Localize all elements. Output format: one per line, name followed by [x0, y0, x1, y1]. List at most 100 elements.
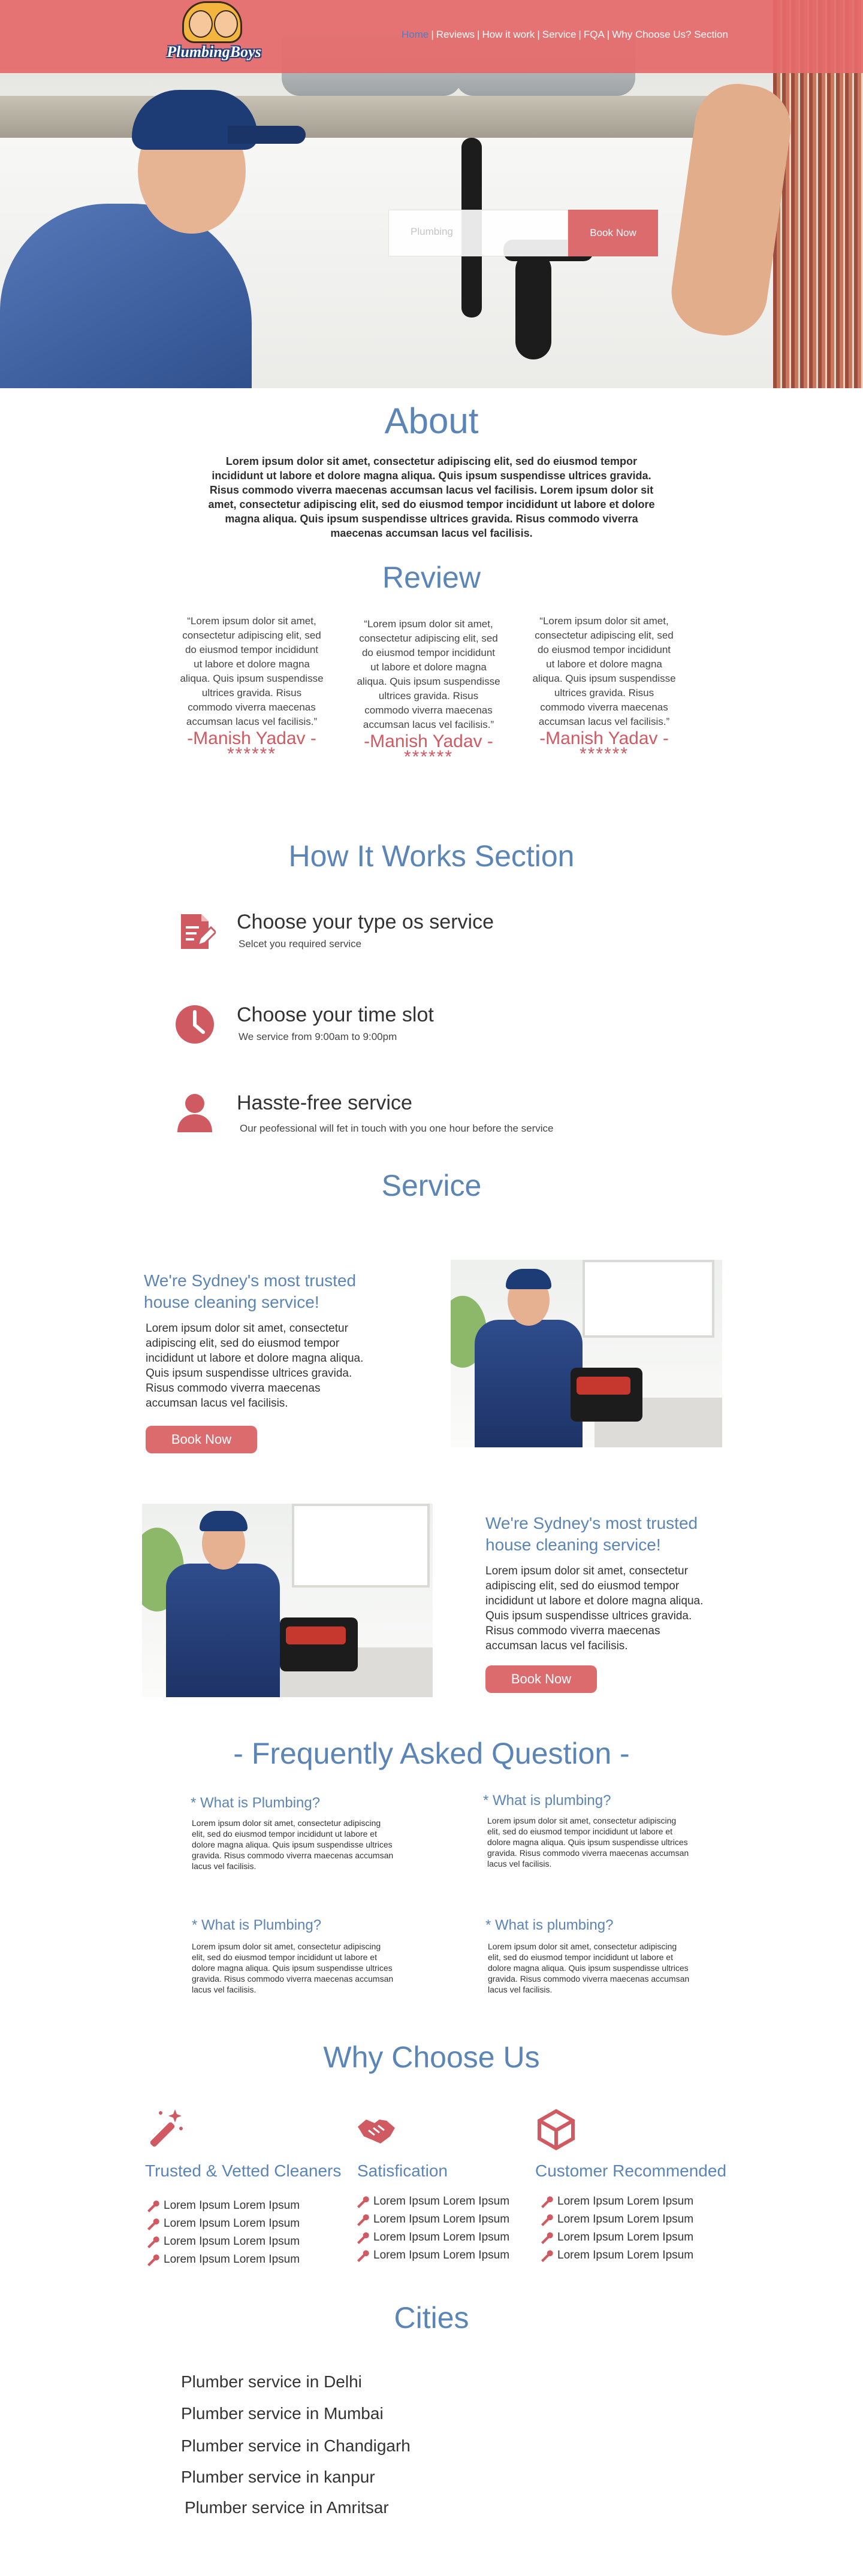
list-item: Lorem Ipsum Lorem Ipsum: [539, 2229, 693, 2247]
why-item-label: Lorem Ipsum Lorem Ipsum: [164, 2217, 300, 2230]
faq-question[interactable]: * What is plumbing?: [485, 1917, 613, 1934]
hero-book-now-button[interactable]: Book Now: [568, 210, 658, 256]
why-item-label: Lorem Ipsum Lorem Ipsum: [557, 2195, 694, 2208]
why-item-label: Lorem Ipsum Lorem Ipsum: [164, 2235, 300, 2248]
wrench-icon: [541, 2250, 553, 2262]
list-item: Lorem Ipsum Lorem Ipsum: [146, 2215, 300, 2233]
review-stars: ******: [403, 747, 454, 767]
why-column-title: Customer Recommended: [535, 2161, 727, 2180]
faq-question[interactable]: * What is plumbing?: [483, 1792, 611, 1809]
why-item-label: Lorem Ipsum Lorem Ipsum: [373, 2231, 510, 2244]
wrench-icon: [147, 2254, 159, 2266]
service-book-now-button[interactable]: Book Now: [485, 1665, 597, 1693]
list-item: Lorem Ipsum Lorem Ipsum: [539, 2247, 693, 2264]
faq-question[interactable]: * What is Plumbing?: [191, 1795, 320, 1812]
nav-separator: |: [537, 29, 540, 40]
service-book-now-button[interactable]: Book Now: [146, 1426, 257, 1453]
why-title: Why Choose Us: [323, 2040, 540, 2074]
wrench-icon: [147, 2236, 159, 2248]
why-list: Lorem Ipsum Lorem Ipsum Lorem Ipsum Lore…: [146, 2197, 300, 2269]
nav-fqa[interactable]: FQA: [583, 29, 606, 44]
nav-service[interactable]: Service: [541, 29, 578, 44]
wrench-icon: [147, 2200, 159, 2212]
service-photo: [142, 1504, 433, 1697]
list-item: Lorem Ipsum Lorem Ipsum: [355, 2193, 509, 2211]
list-item: Lorem Ipsum Lorem Ipsum: [539, 2193, 693, 2211]
how-step-title: Hasste-free service: [237, 1092, 412, 1114]
list-item: Lorem Ipsum Lorem Ipsum: [146, 2233, 300, 2251]
nav-home[interactable]: Home: [400, 29, 430, 44]
wrench-icon: [541, 2196, 553, 2208]
how-step: Hasste-free service Our peofessional wil…: [174, 1092, 713, 1151]
logo[interactable]: PlumbingBoys: [157, 1, 271, 67]
why-item-label: Lorem Ipsum Lorem Ipsum: [557, 2231, 694, 2244]
service-heading: We're Sydney's most trusted house cleani…: [485, 1514, 698, 1554]
wrench-icon: [541, 2214, 553, 2226]
review-quote: “Lorem ipsum dolor sit amet, consectetur…: [357, 618, 500, 730]
wrench-icon: [147, 2218, 159, 2230]
faq-answer: Lorem ipsum dolor sit amet, consectetur …: [488, 1942, 690, 1994]
hero-banner: PlumbingBoys Home | Reviews | How it wor…: [0, 0, 863, 388]
why-list: Lorem Ipsum Lorem Ipsum Lorem Ipsum Lore…: [355, 2193, 509, 2264]
review-quote: “Lorem ipsum dolor sit amet, consectetur…: [532, 615, 676, 727]
how-step: Choose your type os service Selcet you r…: [174, 911, 713, 970]
nav-separator: |: [431, 29, 434, 40]
how-step-subtitle: Selcet you required service: [239, 938, 362, 950]
faq-question[interactable]: * What is Plumbing?: [192, 1917, 321, 1934]
service-heading: We're Sydney's most trusted house cleani…: [144, 1271, 357, 1311]
city-link[interactable]: Plumber service in Chandigarh: [181, 2436, 411, 2456]
review-title: Review: [382, 561, 481, 594]
document-edit-icon: [181, 914, 216, 949]
list-item: Lorem Ipsum Lorem Ipsum: [146, 2197, 300, 2215]
city-link[interactable]: Plumber service in Delhi: [181, 2372, 362, 2391]
plumber-photo: [0, 84, 324, 388]
how-step-title: Choose your time slot: [237, 1003, 434, 1026]
review-card: “Lorem ipsum dolor sit amet, consectetur…: [532, 614, 676, 763]
how-title: How It Works Section: [288, 839, 575, 873]
user-icon: [177, 1094, 212, 1132]
nav-why-choose-us[interactable]: Why Choose Us? Section: [611, 29, 729, 44]
why-item-label: Lorem Ipsum Lorem Ipsum: [373, 2249, 510, 2261]
nav-reviews[interactable]: Reviews: [435, 29, 476, 44]
review-card: “Lorem ipsum dolor sit amet, consectetur…: [180, 614, 324, 763]
service-body: Lorem ipsum dolor sit amet, consectetur …: [146, 1322, 364, 1410]
service-body: Lorem ipsum dolor sit amet, consectetur …: [485, 1565, 704, 1652]
wrench-icon: [357, 2232, 369, 2244]
how-step-subtitle: Our peofessional will fet in touch with …: [240, 1123, 554, 1134]
city-link[interactable]: Plumber service in kanpur: [181, 2468, 375, 2487]
why-column-title: Satisfication: [357, 2161, 448, 2180]
why-item-label: Lorem Ipsum Lorem Ipsum: [373, 2213, 510, 2226]
wrench-icon: [357, 2196, 369, 2208]
search-input[interactable]: Plumbing: [388, 210, 568, 256]
cube-icon: [538, 2109, 575, 2151]
review-card: “Lorem ipsum dolor sit amet, consectetur…: [357, 617, 500, 766]
list-item: Lorem Ipsum Lorem Ipsum: [355, 2247, 509, 2264]
faq-answer: Lorem ipsum dolor sit amet, consectetur …: [192, 1942, 394, 1994]
why-list: Lorem Ipsum Lorem Ipsum Lorem Ipsum Lore…: [539, 2193, 693, 2264]
why-item-label: Lorem Ipsum Lorem Ipsum: [557, 2213, 694, 2226]
clock-icon: [176, 1005, 214, 1044]
nav-separator: |: [606, 29, 610, 40]
why-item-label: Lorem Ipsum Lorem Ipsum: [373, 2195, 510, 2208]
wrench-icon: [357, 2214, 369, 2226]
why-item-label: Lorem Ipsum Lorem Ipsum: [164, 2253, 300, 2266]
city-link[interactable]: Plumber service in Amritsar: [185, 2498, 389, 2517]
service-photo: [451, 1260, 722, 1447]
logo-mascot-icon: [182, 1, 242, 43]
how-step-title: Choose your type os service: [237, 911, 494, 933]
nav-how-it-work[interactable]: How it work: [481, 29, 536, 44]
review-stars: ******: [579, 744, 629, 764]
city-link[interactable]: Plumber service in Mumbai: [181, 2404, 384, 2423]
cities-title: Cities: [394, 2301, 469, 2335]
why-column-title: Trusted & Vetted Cleaners: [145, 2161, 342, 2180]
handshake-icon: [358, 2120, 395, 2143]
faq-answer: Lorem ipsum dolor sit amet, consectetur …: [487, 1816, 689, 1868]
about-text: Lorem ipsum dolor sit amet, consectetur …: [208, 455, 655, 539]
why-item-label: Lorem Ipsum Lorem Ipsum: [557, 2249, 694, 2261]
faq-title: - Frequently Asked Question -: [233, 1737, 630, 1770]
list-item: Lorem Ipsum Lorem Ipsum: [355, 2229, 509, 2247]
magic-wand-icon: [150, 2109, 183, 2147]
about-title: About: [384, 401, 479, 441]
review-quote: “Lorem ipsum dolor sit amet, consectetur…: [180, 615, 324, 727]
main-nav: Home | Reviews | How it work | Service |…: [400, 29, 729, 44]
